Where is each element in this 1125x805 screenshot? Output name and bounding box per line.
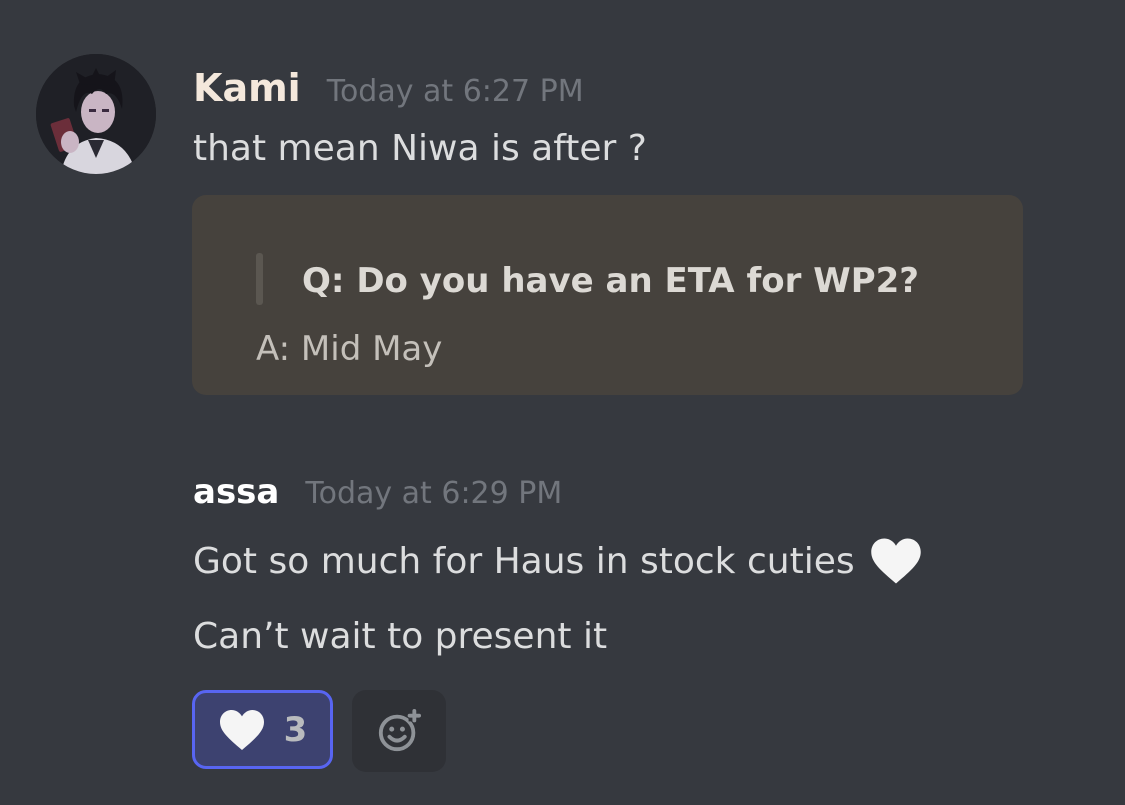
message-timestamp: Today at 6:29 PM — [305, 476, 563, 511]
embed-answer: A: Mid May — [256, 329, 443, 369]
message-line: Got so much for Haus in stock cuties — [193, 536, 923, 586]
avatar[interactable] — [36, 54, 156, 174]
message-text: that mean Niwa is after ? — [193, 128, 647, 169]
reaction-count: 3 — [283, 709, 308, 750]
white-heart-icon — [869, 536, 923, 586]
message-text: Can’t wait to present it — [193, 616, 608, 657]
embed-question: Q: Do you have an ETA for WP2? — [302, 261, 919, 301]
message-header: assa Today at 6:29 PM — [193, 472, 562, 512]
message-header: Kami Today at 6:27 PM — [193, 66, 584, 110]
message-timestamp: Today at 6:27 PM — [326, 74, 584, 109]
message-embed: Q: Do you have an ETA for WP2? A: Mid Ma… — [192, 195, 1023, 395]
add-emoji-icon — [376, 708, 422, 754]
embed-quote-bar — [256, 253, 263, 305]
add-reaction-button[interactable] — [352, 690, 446, 772]
username[interactable]: assa — [193, 472, 279, 512]
white-heart-icon — [218, 708, 266, 752]
message-text: Got so much for Haus in stock cuties — [193, 540, 855, 582]
reaction-heart[interactable]: 3 — [192, 690, 333, 769]
username[interactable]: Kami — [193, 66, 301, 110]
